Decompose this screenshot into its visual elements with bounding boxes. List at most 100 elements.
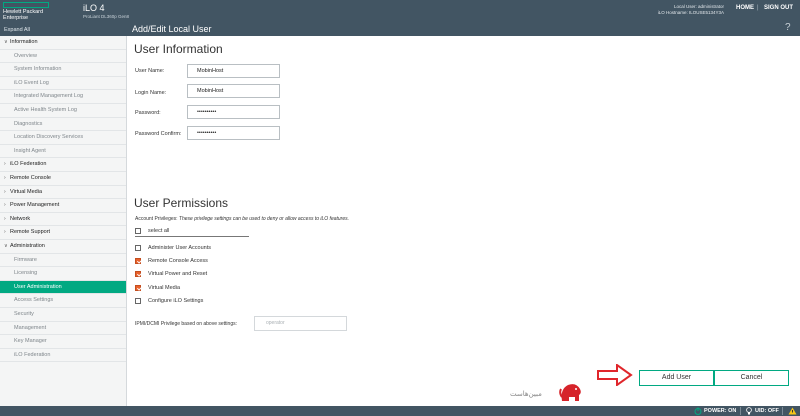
sidebar-item[interactable]: › Remote Support [0,226,126,240]
login-name-label: Login Name: [135,90,167,96]
sidebar-item[interactable]: Key Manager [0,335,126,349]
sidebar-item[interactable]: Integrated Management Log [0,90,126,104]
sidebar-item[interactable]: Insight Agent [0,145,126,159]
sidebar-item-label: System Information [14,66,62,73]
chevron-right-icon: › [4,175,6,181]
sidebar-item[interactable]: Firmware [0,254,126,268]
sidebar-item-label: Location Discovery Services [14,134,84,141]
select-all-checkbox[interactable] [135,228,141,234]
header-separator: | [757,5,759,11]
permission-checkbox[interactable] [135,285,141,291]
sidebar-item[interactable]: Location Discovery Services [0,131,126,145]
chevron-right-icon: › [4,188,6,195]
page-title: Add/Edit Local User [132,24,212,34]
sidebar-item-label: iLO Federation [10,161,47,168]
sidebar-item-label: Management [14,324,47,331]
chevron-down-icon: ∨ [4,39,8,45]
sidebar-nav: ∨ Information Overview System Information iL… [0,36,127,406]
status-separator [740,407,741,415]
sidebar-item-label: Access Settings [14,297,54,304]
user-name-input[interactable]: MobinHost [187,64,280,78]
chevron-right-icon: › [4,229,6,236]
permission-checkbox[interactable] [135,245,141,251]
expand-all-link[interactable]: Expand All [4,27,30,33]
sidebar-item-label: Key Manager [14,338,47,345]
watermark-text: مبین‌هاست [510,390,542,398]
sidebar-item[interactable]: › iLO Federation [0,158,126,172]
power-status[interactable]: POWER: ON [704,406,736,416]
sidebar-item-label: Network [10,215,31,222]
sidebar-item-label: Active Health System Log [14,107,77,113]
sidebar-item-label: Security [14,311,34,317]
sidebar-item[interactable]: Diagnostics [0,118,126,132]
sidebar-item-label: Remote Support [10,229,51,236]
sidebar-item[interactable]: Licensing [0,267,126,281]
add-user-button[interactable]: Add User [639,370,714,386]
elephant-logo-icon [559,384,581,401]
password-input[interactable]: •••••••••• [187,105,280,119]
sidebar-item[interactable]: Overview [0,50,126,64]
sidebar-item[interactable]: Access Settings [0,294,126,308]
ipmi-privilege-label: IPMI/DCMI Privilege based on above setti… [135,321,237,327]
help-icon[interactable]: ? [785,22,791,33]
sidebar-item-label: iLO Event Log [14,79,49,86]
sidebar-item[interactable]: › Virtual Media [0,186,126,200]
home-link[interactable]: HOME [736,5,754,11]
sidebar-item-label: iLO Federation [14,351,51,358]
sign-out-link[interactable]: SIGN OUT [764,5,793,11]
uid-lightbulb-icon [746,407,752,415]
chevron-right-icon: › [4,202,6,209]
sidebar-item-label: Administration [10,243,45,249]
account-privileges-text: Account Privileges: These privilege sett… [135,216,349,222]
permission-label: Virtual Media [148,285,180,291]
ipmi-privilege-field: operator [254,316,347,331]
sub-header-bar [0,26,800,36]
account-privileges-label: Account Privileges: [135,216,178,222]
user-permissions-heading: User Permissions [134,196,229,210]
sidebar-item-label: Diagnostics [14,120,43,127]
chevron-down-icon: ∨ [4,243,8,249]
permission-label: Configure iLO Settings [148,298,204,304]
sidebar-item[interactable]: Management [0,322,126,336]
password-confirm-label: Password Confirm: [135,131,182,137]
sidebar-item-label: Integrated Management Log [14,93,84,100]
sidebar-item[interactable]: › Remote Console [0,172,126,186]
permission-checkbox[interactable] [135,298,141,304]
sidebar-item-label: Overview [14,52,37,59]
permission-label: Administer User Accounts [148,245,211,251]
permission-checkbox[interactable] [135,271,141,277]
sidebar-item[interactable]: › Network [0,213,126,227]
permission-checkbox[interactable] [135,258,141,264]
sidebar-item[interactable]: User Administration [0,280,126,295]
sidebar-item[interactable]: System Information [0,63,126,77]
sidebar-item[interactable]: Security [0,308,126,322]
product-name: iLO 4 [83,3,105,13]
select-all-label: select all [148,228,170,234]
sidebar-item[interactable]: ∨ Information [0,36,126,50]
chevron-right-icon: › [4,215,6,222]
sidebar-item-label: Firmware [14,256,37,263]
sidebar-item[interactable]: Active Health System Log [0,104,126,118]
sidebar-item-label: Power Management [10,202,60,209]
sidebar-item[interactable]: › Power Management [0,199,126,213]
status-bar [0,406,800,416]
chevron-right-icon: › [4,161,6,168]
user-name-label: User Name: [135,68,165,74]
password-confirm-input[interactable]: •••••••••• [187,126,280,140]
sidebar-item[interactable]: ∨ Administration [0,240,126,254]
cancel-button[interactable]: Cancel [714,370,789,386]
uid-status[interactable]: UID: OFF [755,406,779,416]
warning-icon[interactable] [788,407,797,415]
sidebar-item[interactable]: iLO Federation [0,349,126,363]
sidebar-item-label: Virtual Media [10,188,42,195]
sidebar-item-label: Information [10,39,38,45]
brand-line-2: Enterprise [3,15,29,21]
ilo-hostname-text: iLO Hostname: ILOUSE5134Y3A [657,10,724,15]
power-icon [694,407,702,415]
permission-label: Virtual Power and Reset [148,271,208,277]
top-header: Hewlett Packard Enterprise iLO 4 ProLian… [0,0,800,26]
sidebar-item[interactable]: iLO Event Log [0,77,126,91]
login-name-input[interactable]: MobinHost [187,84,280,98]
sidebar-item-label: Licensing [14,270,38,277]
sidebar-item-label: Insight Agent [14,147,46,154]
